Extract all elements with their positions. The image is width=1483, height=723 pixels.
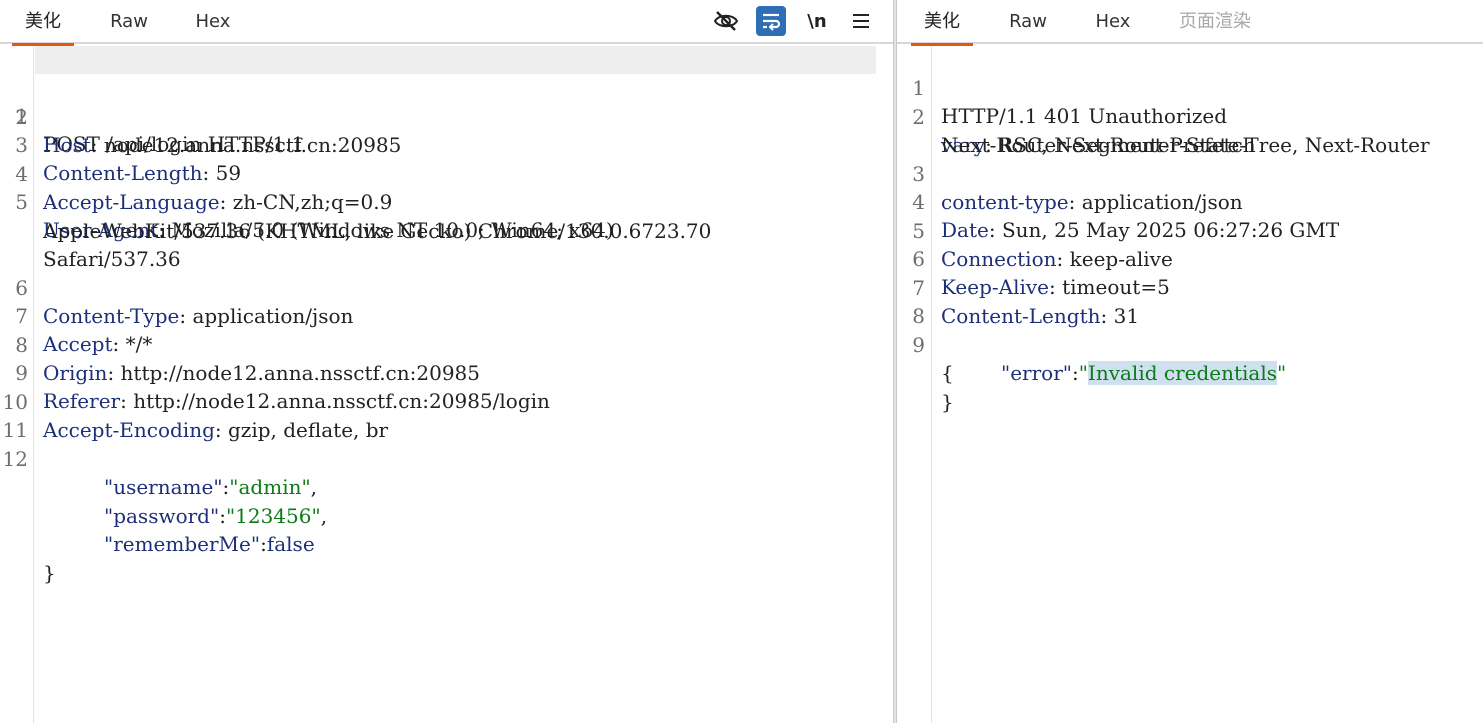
code-line: 11 <box>0 388 893 442</box>
hamburger-menu-icon[interactable] <box>846 6 876 36</box>
code-line: "rememberMe":false <box>104 532 315 556</box>
newline-label: \n <box>807 10 827 32</box>
code-line: 2 vary: RSC, Next-Router-State-Tree, Nex… <box>897 75 1483 157</box>
tab-raw[interactable]: Raw <box>1007 8 1049 42</box>
code-line: Safari/537.36 <box>0 217 893 271</box>
response-tabbar: 美化 Raw Hex 页面渲染 <box>897 0 1483 46</box>
code-line: Next-Router-Segment-Prefetch <box>897 103 1483 157</box>
wrap-lines-icon[interactable] <box>756 6 786 36</box>
request-tabbar: 美化 Raw Hex \n <box>0 0 893 46</box>
request-editor[interactable]: 1 POST /api/login HTTP/1.1 2 Host: node1… <box>0 46 893 723</box>
code-line: 3 Content-Length: 59 <box>0 103 893 185</box>
code-line: 3 content-type: application/json <box>897 132 1483 214</box>
json-close-brace: } <box>43 560 56 585</box>
code-line: 5 Connection: keep-alive <box>897 189 1483 271</box>
tab-raw[interactable]: Raw <box>108 8 150 42</box>
code-line: 12 <box>0 417 893 471</box>
code-line: 4 Accept-Language: zh-CN,zh;q=0.9 <box>0 132 893 214</box>
code-line: 9 { <box>897 303 1483 385</box>
code-line: 7 Content-Length: 31 <box>897 246 1483 328</box>
code-line: 2 Host: node12.anna.nssctf.cn:20985 <box>0 75 893 157</box>
code-line: 6 Keep-Alive: timeout=5 <box>897 217 1483 299</box>
code-line: AppleWebKit/537.36 (KHTML, like Gecko) C… <box>0 189 893 243</box>
code-line: "password":"123456", <box>104 503 328 528</box>
code-line: 9 Referer: http://node12.anna.nssctf.cn:… <box>0 331 893 413</box>
code-line: 8 <box>897 274 1483 328</box>
response-pane: 美化 Raw Hex 页面渲染 1 HTTP/1.1 401 Unauthori… <box>897 0 1483 723</box>
code-line: "username":"admin", <box>104 475 318 499</box>
tab-pretty[interactable]: 美化 <box>911 8 973 46</box>
code-line: "error":"Invalid credentials" <box>1001 361 1287 385</box>
tab-pretty[interactable]: 美化 <box>12 8 74 46</box>
code-line: } <box>897 360 1483 414</box>
newline-toggle-icon[interactable]: \n <box>802 6 832 36</box>
code-line: } <box>0 531 893 585</box>
code-line: 7 Accept: */* <box>0 274 893 356</box>
code-line: 6 Content-Type: application/json <box>0 246 893 328</box>
code-line: 5 User-Agent: Mozilla/5.0 (Windows NT 10… <box>0 160 893 242</box>
json-close-brace: } <box>941 389 954 414</box>
request-pane: 美化 Raw Hex \n 1 POST /api/login HTTP/1.1… <box>0 0 893 723</box>
code-line: 4 Date: Sun, 25 May 2025 06:27:26 GMT <box>897 160 1483 242</box>
eye-slash-icon[interactable] <box>711 6 741 36</box>
tab-hex[interactable]: Hex <box>193 8 233 42</box>
code-line: 8 Origin: http://node12.anna.nssctf.cn:2… <box>0 303 893 385</box>
response-editor[interactable]: 1 HTTP/1.1 401 Unauthorized 2 vary: RSC,… <box>897 46 1483 723</box>
tab-render[interactable]: 页面渲染 <box>1173 8 1257 42</box>
code-line: 1 POST /api/login HTTP/1.1 <box>0 46 893 156</box>
code-line: 1 HTTP/1.1 401 Unauthorized <box>897 46 1483 128</box>
tab-hex[interactable]: Hex <box>1093 8 1133 42</box>
